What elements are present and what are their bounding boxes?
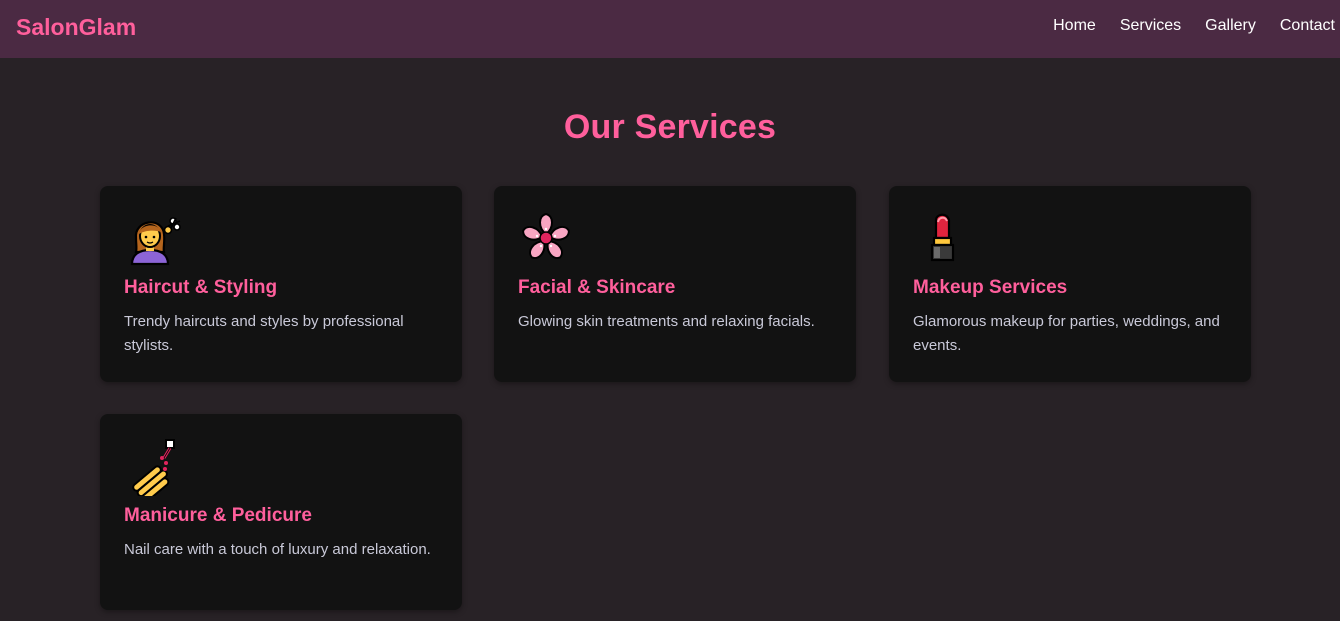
service-card-makeup: Makeup Services Glamorous makeup for par…: [889, 186, 1251, 382]
services-title: Our Services: [563, 108, 777, 146]
service-card-haircut: Haircut & Styling Trendy haircuts and st…: [100, 186, 462, 382]
card-title: Manicure & Pedicure: [124, 505, 312, 526]
hairdresser-woman-icon: [124, 208, 184, 268]
card-description: Nail care with a touch of luxury and rel…: [124, 541, 431, 558]
nav-link-home[interactable]: Home: [1053, 17, 1096, 35]
nav-link-gallery[interactable]: Gallery: [1205, 17, 1256, 35]
card-description: Trendy haircuts and styles by profession…: [124, 313, 404, 354]
card-description: Glamorous makeup for parties, weddings, …: [913, 313, 1220, 354]
nav-link-contact[interactable]: Contact: [1280, 17, 1335, 35]
service-card-facial: Facial & Skincare Glowing skin treatment…: [494, 186, 856, 382]
navbar: SalonGlam Home Services Gallery Contact: [0, 0, 1340, 58]
main-nav: Home Services Gallery Contact: [1053, 17, 1335, 35]
site-logo[interactable]: SalonGlam: [16, 14, 136, 41]
card-title: Makeup Services: [913, 277, 1068, 298]
card-title: Haircut & Styling: [124, 277, 278, 298]
card-description: Glowing skin treatments and relaxing fac…: [518, 313, 815, 330]
cherry-blossom-icon: [518, 208, 578, 268]
service-card-manicure: Manicure & Pedicure Nail care with a tou…: [100, 414, 462, 610]
nail-polish-icon: [124, 436, 184, 503]
card-title: Facial & Skincare: [518, 277, 676, 298]
lipstick-icon: [913, 208, 973, 268]
nav-link-services[interactable]: Services: [1120, 17, 1181, 35]
